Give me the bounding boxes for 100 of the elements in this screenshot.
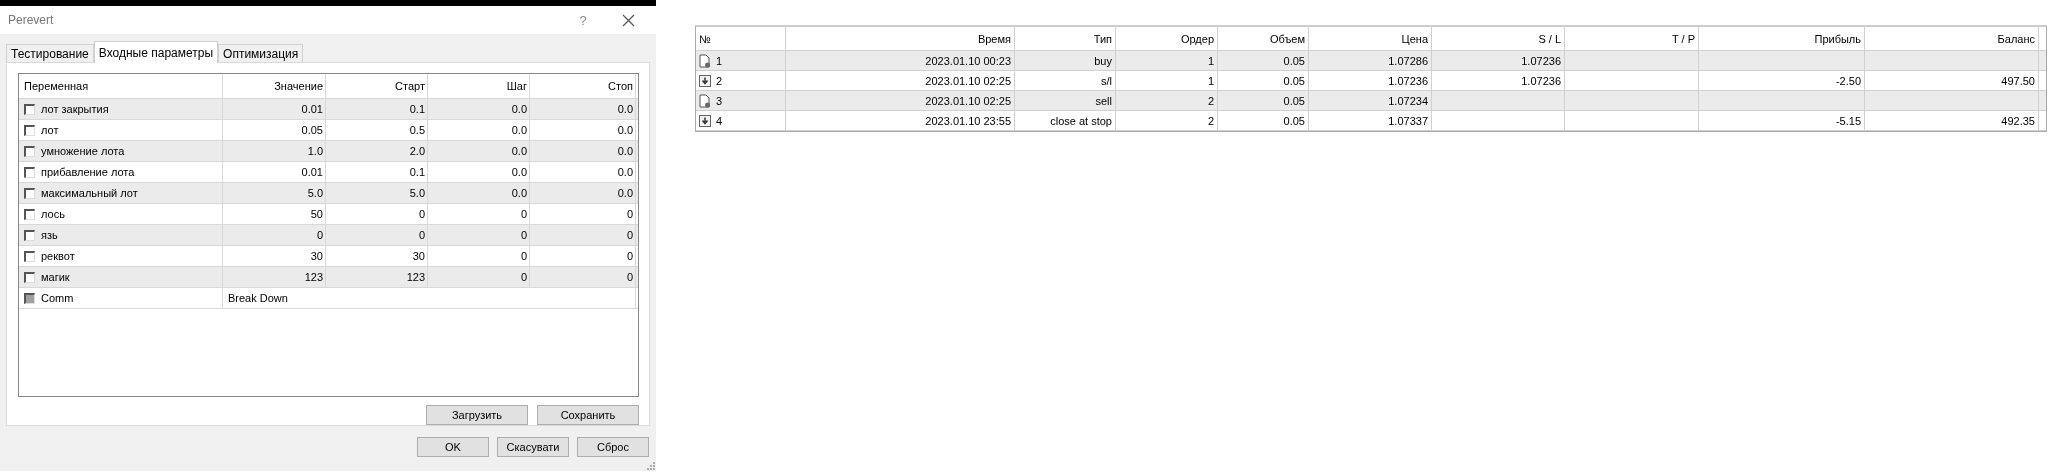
table-cell: 0 [428,225,530,245]
column-header[interactable]: Прибыль [1699,27,1865,50]
table-cell: 0.05 [1283,114,1305,127]
column-header[interactable]: Баланс [1865,27,2039,50]
table-cell: 2 [1207,94,1214,107]
checkbox[interactable] [24,250,35,262]
table-cell: sell [1095,94,1112,107]
table-cell: 0.0 [530,162,636,182]
column-header[interactable]: Переменная [19,74,223,98]
dialog-button[interactable]: Скасувати [497,437,569,457]
table-cell: 1.07234 [1388,94,1428,107]
panel-button[interactable]: Сохранить [537,405,639,425]
window-title: Perevert [8,13,55,27]
column-header[interactable]: Ордер [1116,27,1218,50]
table-cell: 0.0 [428,183,530,203]
table-cell: 50 [223,204,326,224]
checkbox[interactable] [24,166,35,178]
document-icon [699,93,711,108]
down-arrow-icon [699,74,711,87]
parameter-name: язь [41,229,58,241]
table-cell: 0 [428,204,530,224]
column-header[interactable]: № [696,27,786,50]
dialog-button[interactable]: OK [417,437,489,457]
table-cell: 0 [530,204,636,224]
parameter-name: лот закрытия [41,103,109,115]
checkbox[interactable] [24,187,35,199]
table-cell: 0 [223,225,326,245]
table-cell: 2023.01.10 00:23 [925,54,1011,67]
table-cell: 0.0 [530,120,636,140]
table-cell: -5.15 [1835,114,1861,127]
column-header[interactable]: Значение [223,74,326,98]
parameter-name: лот [41,124,59,136]
checkbox[interactable] [24,145,35,157]
table-cell: 30 [223,246,326,266]
column-header[interactable]: Время [786,27,1015,50]
table-cell: close at stop [1050,114,1112,127]
table-cell: 2023.01.10 23:55 [925,114,1011,127]
row-number: 4 [716,114,723,127]
checkbox[interactable] [24,208,35,220]
parameter-name: максимальный лот [41,187,138,199]
checkbox[interactable] [24,103,35,115]
table-cell: 492.35 [2001,114,2035,127]
parameter-name: прибавление лота [41,166,135,178]
parameter-name: Comm [41,292,74,304]
table-cell: 0.0 [428,141,530,161]
column-header[interactable]: Тип [1015,27,1116,50]
column-header[interactable]: Цена [1309,27,1432,50]
table-cell: 1.07236 [1388,74,1428,87]
table-cell: 5.0 [326,183,428,203]
document-icon [699,53,711,68]
column-header[interactable]: Стоп [530,74,636,98]
resize-grip-icon[interactable] [647,462,655,470]
tab[interactable]: Оптимизация [218,44,304,62]
table-cell: 2 [1207,114,1214,127]
table-cell: 1.07337 [1388,114,1428,127]
row-number: 2 [716,74,723,87]
table-cell: 1.07236 [1521,54,1561,67]
table-cell: 0.0 [428,120,530,140]
table-cell: 0.05 [1283,54,1305,67]
table-cell: 0 [428,267,530,287]
column-header[interactable]: S / L [1432,27,1565,50]
table-cell: 0 [530,267,636,287]
table-cell: 0.0 [428,99,530,119]
checkbox[interactable] [24,124,35,136]
table-cell: 497.50 [2001,74,2035,87]
table-cell: 2023.01.10 02:25 [925,94,1011,107]
table-cell: 0.05 [223,120,326,140]
panel-button[interactable]: Загрузить [426,405,528,425]
checkbox[interactable] [24,229,35,241]
down-arrow-icon [699,114,711,127]
table-cell: 0.0 [428,162,530,182]
table-cell: 1.07286 [1388,54,1428,67]
table-cell: 0.0 [530,183,636,203]
checkbox[interactable] [24,271,35,283]
table-cell: 2.0 [326,141,428,161]
parameter-name: умножение лота [41,145,125,157]
tab[interactable]: Входные параметры [93,41,219,63]
column-header[interactable]: Объем [1218,27,1309,50]
column-header[interactable]: Старт [326,74,428,98]
table-cell: 1 [1207,74,1214,87]
column-header[interactable]: Шаг [428,74,530,98]
table-cell: 0.1 [326,99,428,119]
column-header[interactable]: T / P [1565,27,1699,50]
table-cell: 0.0 [530,99,636,119]
row-number: 3 [716,94,723,107]
close-icon [621,13,635,27]
table-cell: 0.0 [530,141,636,161]
table-cell: 0.01 [223,99,326,119]
table-cell: 2023.01.10 02:25 [925,74,1011,87]
table-cell: 1.07236 [1521,74,1561,87]
parameter-name: магик [41,271,70,283]
table-cell: 1.0 [223,141,326,161]
table-cell: 123 [223,267,326,287]
table-cell: 0.01 [223,162,326,182]
tab[interactable]: Тестирование [6,44,94,62]
help-button[interactable]: ? [558,12,608,28]
table-cell: 0 [428,246,530,266]
table-cell: 0 [530,225,636,245]
table-cell: 0.1 [326,162,428,182]
dialog-button[interactable]: Сброс [577,437,649,457]
